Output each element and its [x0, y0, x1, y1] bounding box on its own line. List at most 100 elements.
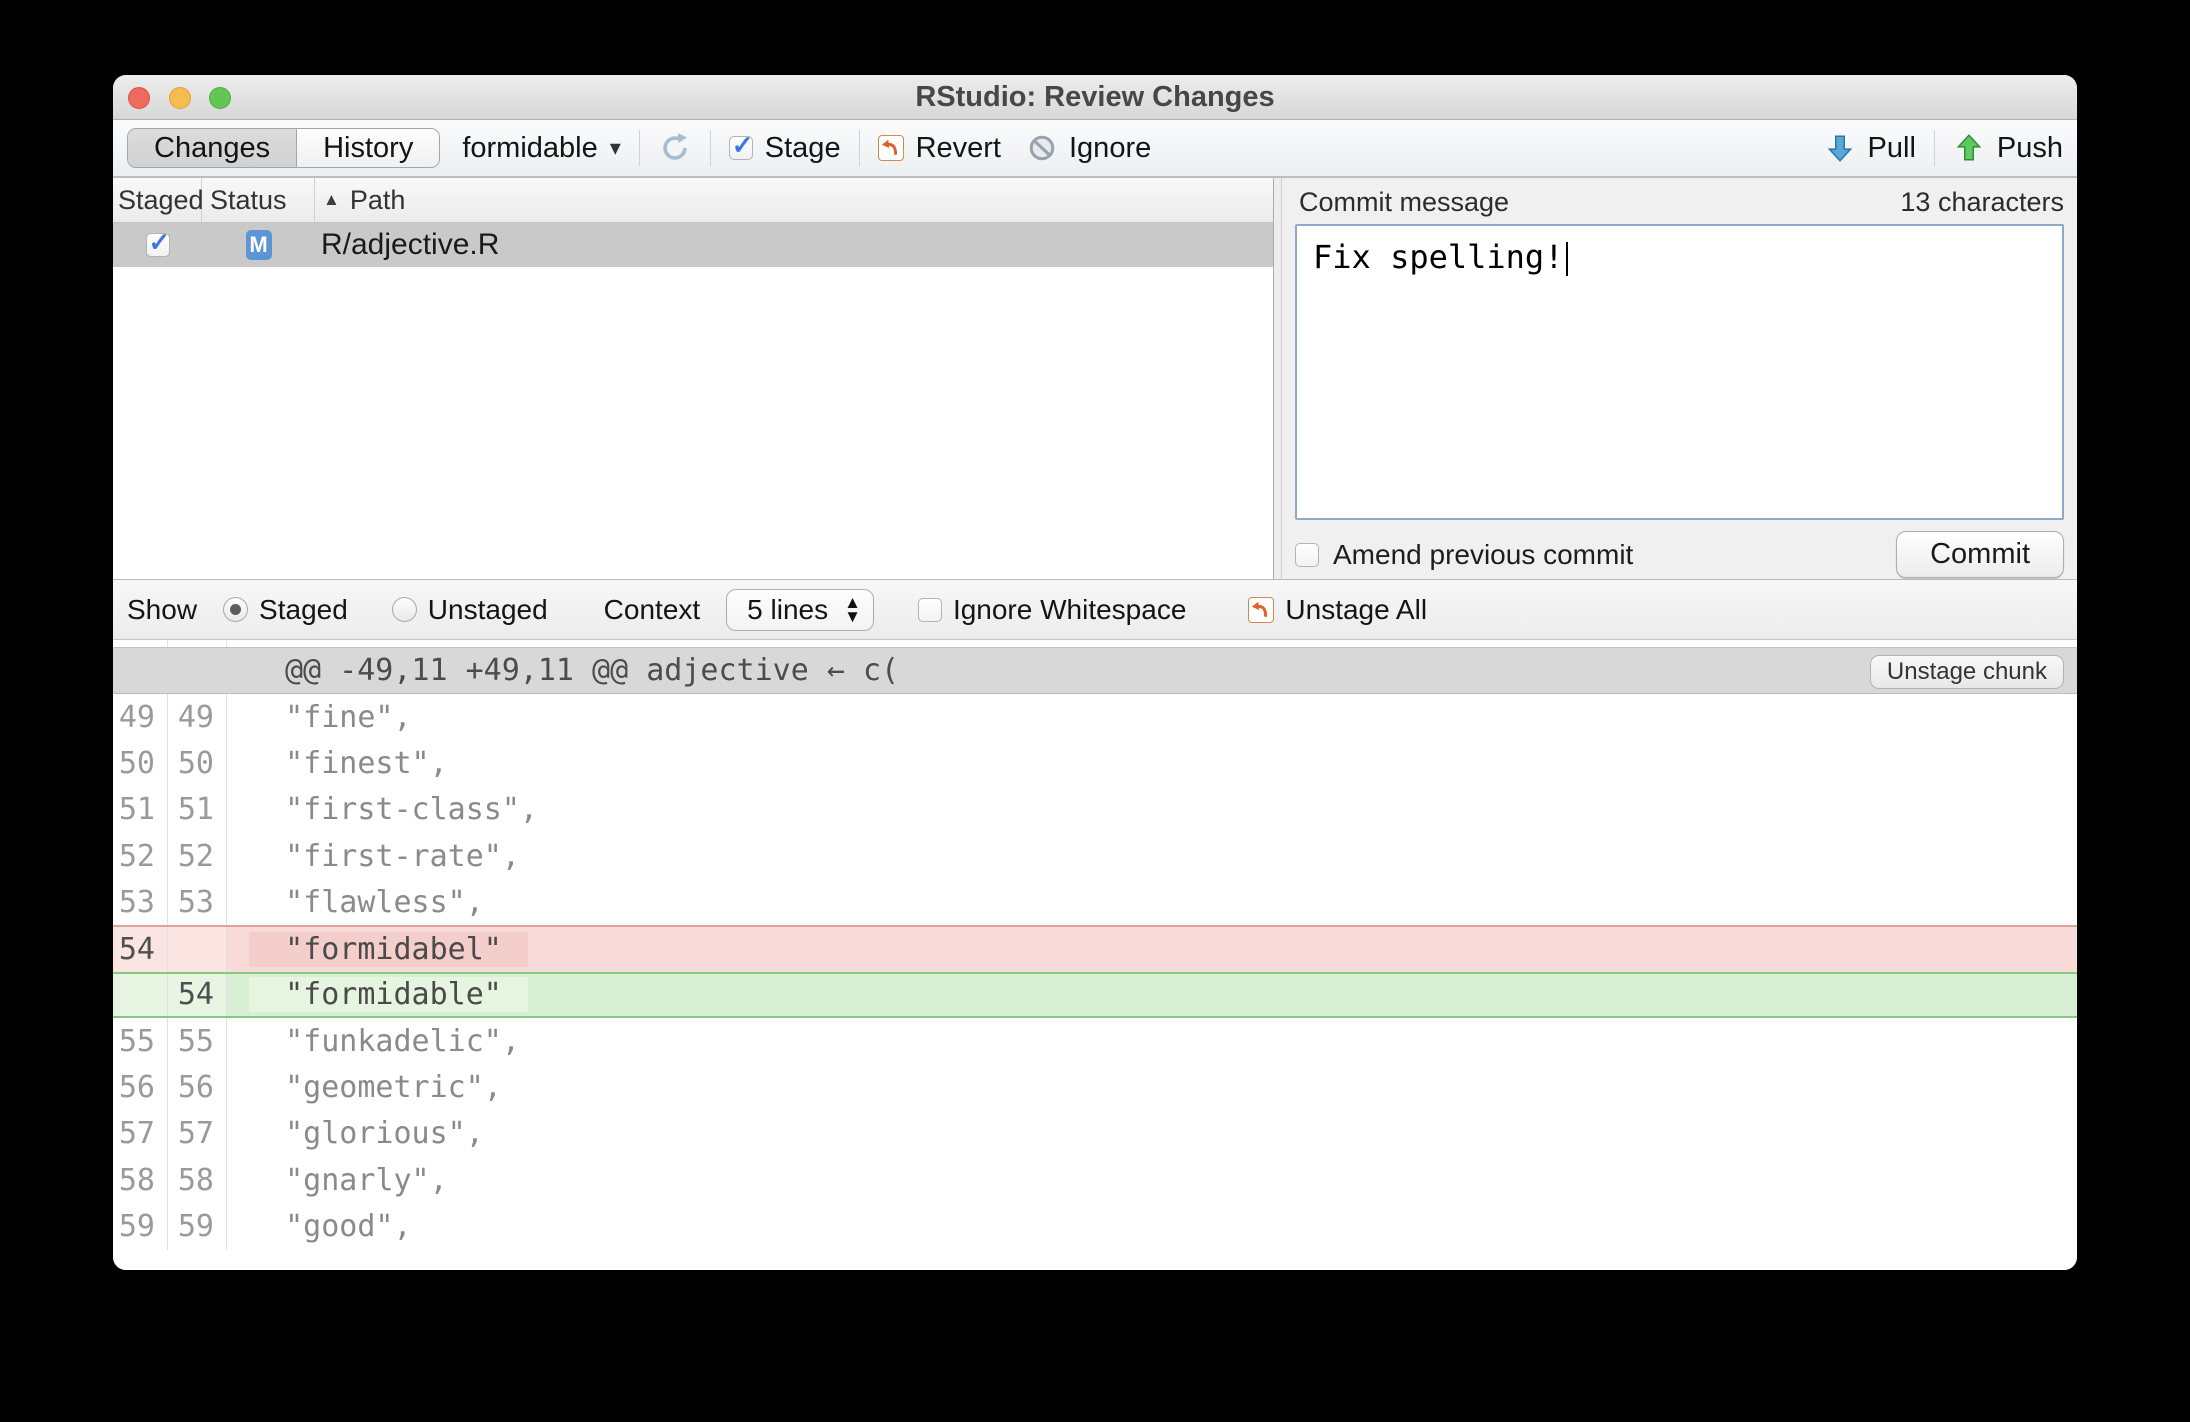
- unstaged-radio-label[interactable]: Unstaged: [428, 594, 548, 626]
- pull-label: Pull: [1867, 131, 1916, 164]
- diff-line-context[interactable]: 53 53 "flawless",: [113, 879, 2077, 926]
- ignore-whitespace-label[interactable]: Ignore Whitespace: [953, 594, 1186, 626]
- file-status-cell: M: [202, 230, 315, 260]
- old-line-number: 49: [113, 694, 168, 741]
- ignore-icon: [1029, 135, 1055, 161]
- check-icon: ✓: [148, 227, 171, 257]
- panel-splitter[interactable]: [1273, 178, 1282, 579]
- tab-changes[interactable]: Changes: [128, 129, 297, 167]
- context-select[interactable]: 5 lines ▲ ▼: [726, 588, 874, 631]
- diff-filter-bar: Show Staged Unstaged Context 5 lines ▲ ▼ …: [113, 580, 2077, 640]
- toolbar-separator: [858, 130, 860, 166]
- file-staged-checkbox[interactable]: ✓: [145, 227, 170, 257]
- commit-button[interactable]: Commit: [1896, 531, 2064, 578]
- file-path: R/adjective.R: [321, 228, 500, 261]
- push-button[interactable]: Push: [1953, 132, 2063, 165]
- diff-line-context[interactable]: 58 58 "gnarly",: [113, 1156, 2077, 1204]
- staged-radio-label[interactable]: Staged: [259, 594, 348, 626]
- toolbar-separator: [1933, 130, 1935, 166]
- changed-text: "formidable": [249, 977, 528, 1013]
- diff-line-context[interactable]: 50 50 "finest",: [113, 740, 2077, 787]
- diff-line-context[interactable]: 49 49 "fine",: [113, 694, 2077, 741]
- toolbar-separator: [709, 130, 711, 166]
- diff-gutter-sliver: [113, 640, 2077, 647]
- stepper-icon: ▲ ▼: [844, 592, 861, 626]
- diff-line-code: "glorious",: [249, 1116, 484, 1152]
- diff-line-code: "formidabel": [227, 927, 2077, 971]
- commit-message-label: Commit message: [1299, 187, 1510, 217]
- pull-icon: [1827, 135, 1852, 162]
- push-label: Push: [1996, 131, 2063, 164]
- diff-line-code: "finest",: [249, 745, 448, 781]
- review-changes-window: RStudio: Review Changes Changes History …: [113, 75, 2077, 1270]
- commit-message-input[interactable]: Fix spelling!: [1295, 224, 2064, 520]
- commit-panel: Commit message 13 characters Fix spellin…: [1282, 178, 2077, 579]
- minimize-button[interactable]: [169, 87, 191, 109]
- unstage-chunk-button[interactable]: Unstage chunk: [1869, 655, 2064, 689]
- new-line-number: 55: [168, 1018, 227, 1065]
- revert-button[interactable]: Revert: [877, 132, 1001, 165]
- column-header-path[interactable]: ▲ Path: [315, 178, 1273, 222]
- branch-name: formidable: [462, 131, 598, 164]
- old-line-number: 55: [113, 1018, 168, 1065]
- refresh-button[interactable]: [658, 131, 692, 165]
- ignore-whitespace-checkbox[interactable]: [917, 597, 942, 622]
- diff-line-removed[interactable]: 54 "formidabel": [113, 925, 2077, 972]
- top-panels: Staged Status ▲ Path ✓ M R/adjective.R C…: [113, 178, 2077, 580]
- diff-lines: 49 49 "fine", 50 50 "finest", 51 51 "first-cl…: [113, 694, 2077, 1250]
- new-line-number: [168, 927, 227, 972]
- diff-line-code: "funkadelic",: [249, 1023, 520, 1059]
- unstage-all-button[interactable]: Unstage All: [1285, 594, 1427, 626]
- changed-text: "formidabel": [249, 932, 528, 968]
- diff-line-context[interactable]: 57 57 "glorious",: [113, 1110, 2077, 1157]
- file-list-panel: Staged Status ▲ Path ✓ M R/adjective.R: [113, 178, 1273, 579]
- context-value: 5 lines: [747, 593, 829, 625]
- new-line-number: 50: [168, 740, 227, 787]
- stage-checkbox[interactable]: ✓: [728, 130, 754, 160]
- new-line-number: 57: [168, 1110, 227, 1157]
- new-line-number: 59: [168, 1203, 227, 1250]
- pull-button[interactable]: Pull: [1824, 132, 1916, 165]
- context-label: Context: [603, 593, 701, 625]
- old-line-number: 57: [113, 1110, 168, 1157]
- diff-line-code: "geometric",: [249, 1070, 502, 1106]
- push-icon: [1956, 134, 1982, 161]
- zoom-button[interactable]: [209, 87, 231, 109]
- unstage-all-icon: [1248, 596, 1275, 623]
- view-switcher: Changes History: [127, 128, 441, 168]
- tab-history[interactable]: History: [296, 129, 440, 167]
- title-bar[interactable]: RStudio: Review Changes: [113, 75, 2077, 120]
- diff-line-context[interactable]: 55 55 "funkadelic",: [113, 1018, 2077, 1065]
- file-row[interactable]: ✓ M R/adjective.R: [113, 223, 1273, 267]
- column-header-status[interactable]: Status: [202, 178, 315, 222]
- column-header-staged[interactable]: Staged: [113, 178, 204, 222]
- new-line-number: 58: [168, 1156, 227, 1204]
- staged-radio[interactable]: [223, 597, 249, 622]
- toolbar: Changes History formidable ▾ ✓ Stage Rev…: [113, 120, 2077, 178]
- close-button[interactable]: [128, 87, 150, 109]
- old-line-number: 54: [113, 927, 168, 972]
- diff-line-added[interactable]: 54 "formidable": [113, 971, 2077, 1019]
- old-line-number: 50: [113, 740, 168, 787]
- amend-checkbox[interactable]: [1295, 542, 1319, 567]
- diff-line-context[interactable]: 51 51 "first-class",: [113, 786, 2077, 833]
- branch-dropdown[interactable]: formidable ▾: [462, 132, 620, 165]
- old-line-number: 58: [113, 1156, 168, 1204]
- diff-line-context[interactable]: 52 52 "first-rate",: [113, 832, 2077, 880]
- status-badge: M: [245, 230, 272, 260]
- new-line-number: 56: [168, 1064, 227, 1111]
- old-line-number: 53: [113, 879, 168, 926]
- stage-toggle[interactable]: ✓ Stage: [728, 130, 841, 165]
- check-icon: ✓: [731, 130, 754, 160]
- amend-label: Amend previous commit: [1333, 538, 1634, 570]
- diff-line-context[interactable]: 59 59 "good",: [113, 1203, 2077, 1250]
- diff-line-context[interactable]: 56 56 "geometric",: [113, 1064, 2077, 1111]
- old-line-number: [113, 973, 168, 1017]
- file-staged-cell: ✓: [113, 227, 202, 257]
- diff-line-code: "flawless",: [249, 884, 484, 920]
- diff-line-code: "good",: [249, 1208, 412, 1244]
- ignore-button[interactable]: Ignore: [1027, 132, 1151, 165]
- unstaged-radio[interactable]: [391, 597, 417, 622]
- refresh-icon: [663, 133, 687, 160]
- file-table-header: Staged Status ▲ Path: [113, 178, 1273, 223]
